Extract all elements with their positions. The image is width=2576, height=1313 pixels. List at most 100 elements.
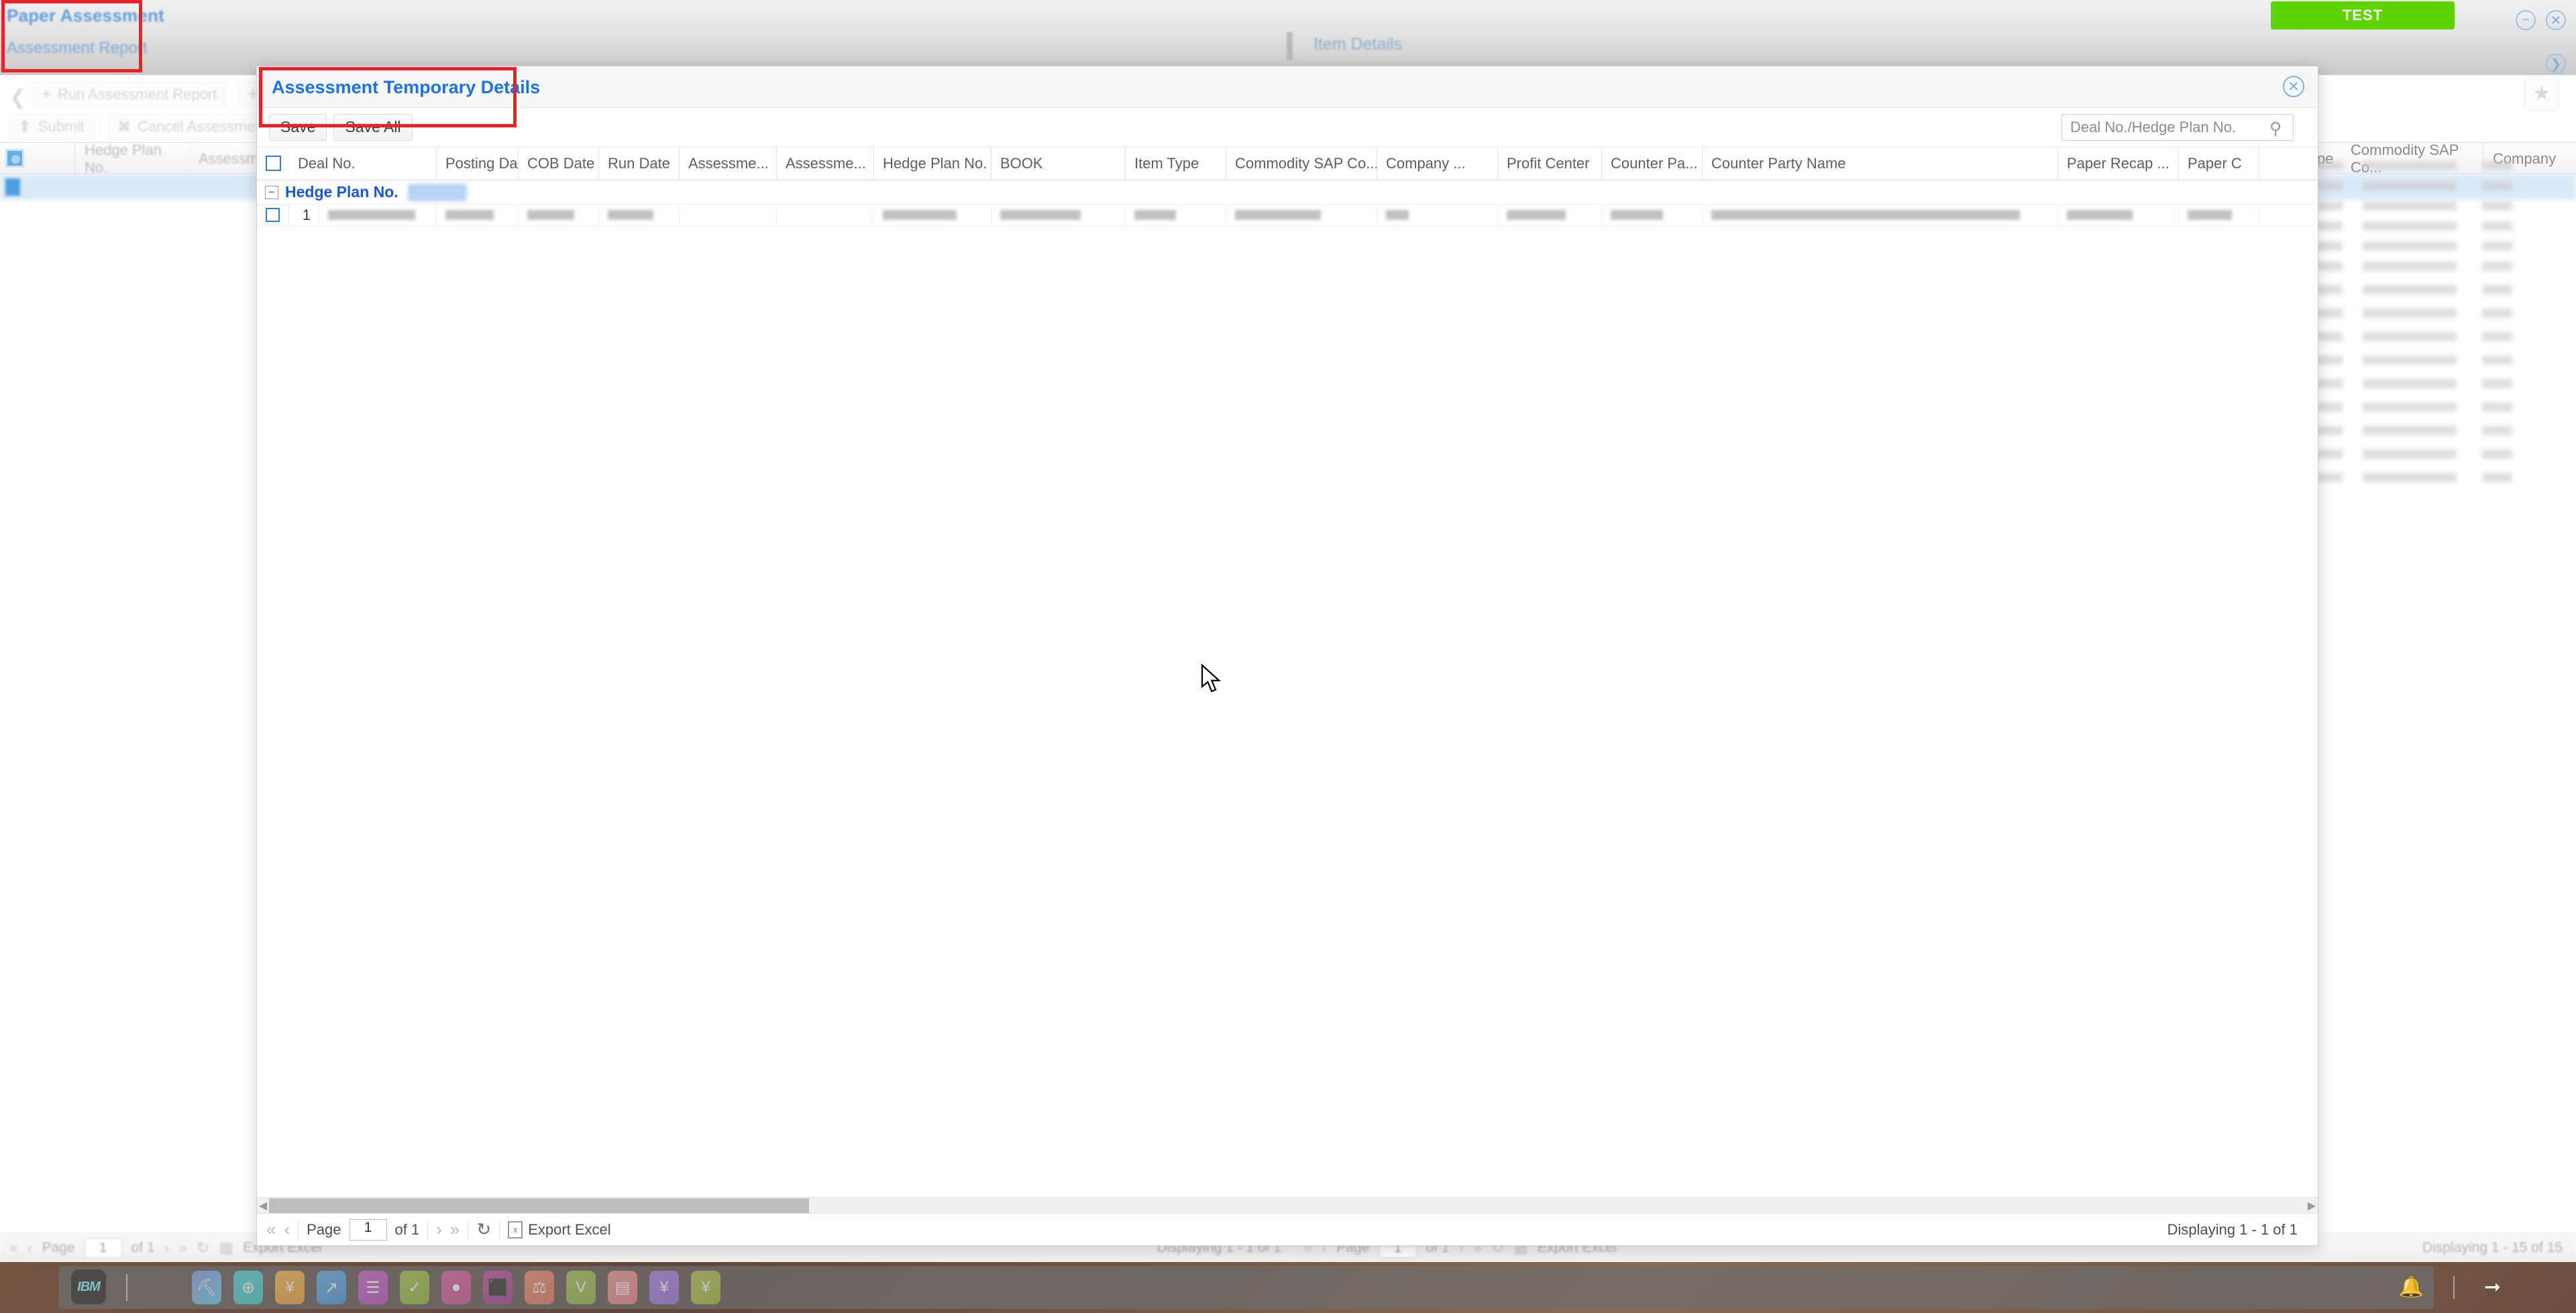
- yen-monument-icon[interactable]: ¥: [275, 1271, 305, 1304]
- ibm-icon[interactable]: IBM: [71, 1269, 106, 1304]
- group-row-label: Hedge Plan No.: [285, 183, 398, 201]
- tab-marker: [1287, 32, 1293, 60]
- globe-icon[interactable]: ⊕: [233, 1271, 263, 1304]
- page-input[interactable]: 1: [84, 1237, 122, 1258]
- scroll-left-icon[interactable]: ◀: [257, 1199, 269, 1212]
- column-header-commodity-sap-code[interactable]: Commodity SAP Co...: [1226, 147, 1377, 180]
- save-all-button[interactable]: Save All: [333, 113, 413, 141]
- column-header-company[interactable]: Company ...: [1377, 147, 1498, 180]
- excel-icon: x: [508, 1220, 523, 1239]
- export-excel-button[interactable]: x Export Excel: [508, 1220, 611, 1239]
- row-checkbox[interactable]: [266, 208, 280, 222]
- growth-chart-icon[interactable]: ↗: [317, 1271, 346, 1304]
- breadcrumb-secondary[interactable]: Assessment Report: [7, 39, 147, 58]
- stamp-icon[interactable]: ●: [441, 1271, 471, 1304]
- refresh-icon[interactable]: ↻: [476, 1219, 491, 1240]
- search-icon[interactable]: ⚲: [2269, 119, 2287, 138]
- close-icon[interactable]: ✕: [2283, 76, 2304, 97]
- cell-commodity-sap-code[interactable]: [1226, 205, 1377, 225]
- select-all-checkbox[interactable]: [265, 156, 281, 171]
- scales-icon[interactable]: ⚖: [525, 1271, 554, 1304]
- cell-assessment-1[interactable]: [680, 205, 777, 225]
- cell-counter-party-name[interactable]: [1703, 205, 2058, 225]
- column-header-cob-date[interactable]: COB Date: [519, 147, 599, 180]
- cell-profit-center[interactable]: [1498, 205, 1602, 225]
- run-assessment-report-button[interactable]: + Run Assessment Report: [32, 82, 227, 107]
- column-header-run-date[interactable]: Run Date: [599, 147, 680, 180]
- mouse-cursor: [1201, 664, 1222, 693]
- var-icon[interactable]: V: [566, 1271, 596, 1304]
- bg-select-all-icon[interactable]: [5, 149, 24, 168]
- page-input[interactable]: 1: [349, 1218, 387, 1241]
- next-page-icon[interactable]: ›: [436, 1219, 442, 1240]
- cell-paper-c[interactable]: [2179, 205, 2259, 225]
- column-header-paper-recap[interactable]: Paper Recap ...: [2058, 147, 2179, 180]
- next-page-icon[interactable]: ›: [164, 1239, 170, 1257]
- scroll-right-icon[interactable]: ▶: [2306, 1199, 2318, 1212]
- first-page-icon[interactable]: «: [266, 1219, 276, 1240]
- bg-row-marker: [5, 178, 20, 196]
- tab-item-details[interactable]: Item Details: [1313, 35, 1402, 54]
- cell-book[interactable]: [991, 205, 1126, 225]
- collapse-icon[interactable]: −: [265, 185, 278, 199]
- briefcase-icon[interactable]: ⬛: [483, 1271, 513, 1304]
- assessment-temporary-details-dialog: Assessment Temporary Details ✕ Save Save…: [256, 66, 2318, 1246]
- chevron-left-icon[interactable]: ❮: [9, 86, 26, 109]
- column-header-assessment-2[interactable]: Assessme...: [777, 147, 874, 180]
- breadcrumb-primary[interactable]: Paper Assessment: [7, 5, 164, 26]
- oil-rig-icon[interactable]: ⛏: [192, 1271, 221, 1304]
- group-row-hedge-plan[interactable]: − Hedge Plan No.: [257, 180, 2318, 205]
- column-header-book[interactable]: BOOK: [991, 147, 1126, 180]
- prev-page-icon[interactable]: ‹: [28, 1239, 33, 1257]
- cell-cob-date[interactable]: [519, 205, 599, 225]
- minimize-icon[interactable]: −: [2516, 10, 2536, 30]
- pager-divider: [499, 1220, 500, 1239]
- cell-hedge-plan-no[interactable]: [874, 205, 991, 225]
- cancel-assessment-button[interactable]: ✖ Cancel Assessment: [107, 114, 278, 139]
- search-input[interactable]: [2061, 113, 2294, 141]
- refresh-icon[interactable]: ↻: [197, 1239, 209, 1257]
- submit-button[interactable]: ⬆ Submit: [8, 114, 95, 139]
- first-page-icon[interactable]: «: [9, 1239, 18, 1257]
- yen-doc-icon[interactable]: ¥: [691, 1271, 720, 1304]
- column-header-deal-no[interactable]: Deal No.: [289, 147, 437, 180]
- dialog-titlebar: Assessment Temporary Details ✕: [257, 66, 2318, 108]
- logout-icon[interactable]: ➞: [2484, 1275, 2501, 1299]
- column-header-hedge-plan-no[interactable]: Hedge Plan No.: [874, 147, 991, 180]
- document-icon[interactable]: ☰: [358, 1271, 388, 1304]
- cell-run-date[interactable]: [599, 205, 680, 225]
- expand-icon[interactable]: ❯: [2546, 54, 2566, 74]
- bell-icon[interactable]: 🔔: [2399, 1275, 2424, 1299]
- last-page-icon[interactable]: »: [178, 1239, 187, 1257]
- cell-assessment-2[interactable]: [777, 205, 874, 225]
- column-header-assessment-1[interactable]: Assessme...: [680, 147, 777, 180]
- table-row[interactable]: 1: [257, 205, 2318, 226]
- checklist-icon[interactable]: ✓: [400, 1271, 429, 1304]
- column-header-counter-party-name[interactable]: Counter Party Name: [1703, 147, 2058, 180]
- cell-company[interactable]: [1377, 205, 1498, 225]
- search-container: ⚲: [2061, 113, 2294, 141]
- cell-posting-date[interactable]: [437, 205, 519, 225]
- cell-paper-recap[interactable]: [2058, 205, 2179, 225]
- page-of-label: of 1: [131, 1239, 155, 1255]
- scrollbar-thumb[interactable]: [269, 1198, 809, 1213]
- column-header-profit-center[interactable]: Profit Center: [1498, 147, 1602, 180]
- last-page-icon[interactable]: »: [450, 1219, 460, 1240]
- save-button[interactable]: Save: [269, 113, 327, 141]
- cell-counter-party[interactable]: [1602, 205, 1703, 225]
- shield-yen-icon[interactable]: ¥: [649, 1271, 679, 1304]
- column-header-paper-c[interactable]: Paper C: [2179, 147, 2259, 180]
- column-header-posting-date[interactable]: Posting Date: [437, 147, 519, 180]
- close-icon[interactable]: ✕: [2546, 10, 2566, 30]
- column-header-item-type[interactable]: Item Type: [1126, 147, 1226, 180]
- bg-header-hedge-plan-no[interactable]: Hedge Plan No.: [75, 141, 189, 176]
- report-icon[interactable]: ▤: [608, 1271, 637, 1304]
- taskbar-divider: [126, 1274, 127, 1301]
- column-header-counter-party[interactable]: Counter Pa...: [1602, 147, 1703, 180]
- scrollbar-track[interactable]: [269, 1198, 2306, 1213]
- cell-deal-no[interactable]: [319, 205, 437, 225]
- prev-page-icon[interactable]: ‹: [284, 1219, 290, 1240]
- cell-item-type[interactable]: [1126, 205, 1226, 225]
- background-data-rows: [2314, 154, 2576, 624]
- horizontal-scrollbar[interactable]: ◀ ▶: [257, 1197, 2318, 1213]
